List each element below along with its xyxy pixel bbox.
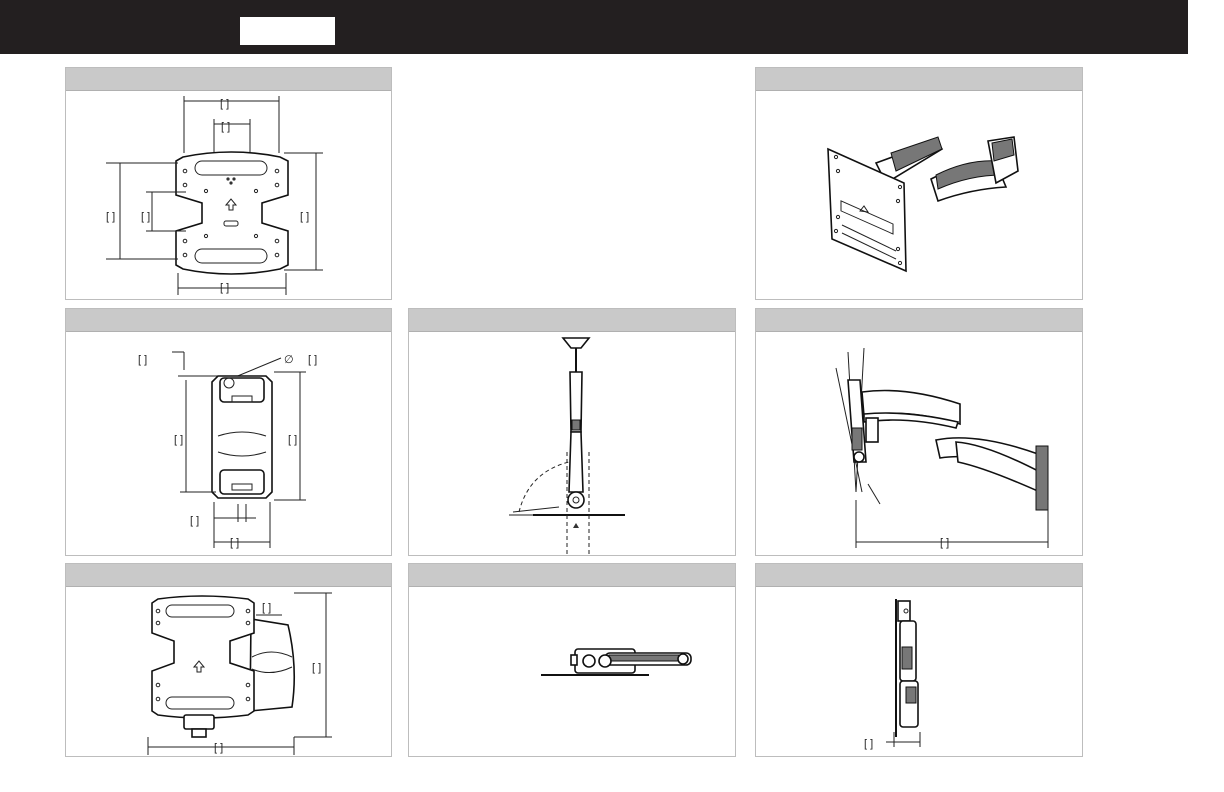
dim-label: [ ] [308, 354, 317, 366]
wall-plate-drawing: [ ] ∅ [ ] [ ] [ ] [ ] [ ] [138, 351, 317, 549]
dim-label: [ ] [214, 742, 223, 754]
dim-label: [ ] [300, 211, 309, 223]
dim-label: [ ] [141, 211, 150, 223]
dim-label: [ ] [138, 354, 147, 366]
dim-label: [ ] [106, 211, 115, 223]
plate-front-drawing: [ ] [ ] [ ] [ ] [ ] [] [106, 96, 323, 295]
model-label-box [240, 17, 335, 45]
dim-label: [ ] [190, 515, 199, 527]
panel-front-extended: [ ] [ ] [ ] [65, 563, 392, 757]
panel-header [756, 309, 1082, 332]
side-folded-drawing: [ ] [864, 599, 921, 750]
panel-wall-plate: [ ] ∅ [ ] [ ] [ ] [ ] [ ] [65, 308, 392, 556]
header-bar [0, 0, 1188, 54]
dim-label: [ ] [864, 738, 873, 750]
dim-label: [ ] [230, 537, 239, 549]
panel-side-folded: [ ] [755, 563, 1083, 757]
panel-plate-front: [ ] [ ] [ ] [ ] [ ] [] [65, 67, 392, 300]
diameter-symbol: ∅ [284, 354, 294, 366]
panel-top-swivel [408, 308, 736, 556]
dim-label: [ ] [940, 537, 949, 549]
panel-isometric [755, 67, 1083, 300]
dim-label: [ ] [221, 121, 230, 133]
panel-header [66, 68, 391, 91]
dim-label: [ ] [262, 602, 271, 614]
panel-header [409, 564, 735, 587]
dim-label: [ ] [312, 662, 321, 674]
dim-label: [ ] [220, 282, 229, 294]
panel-header [66, 564, 391, 587]
panel-top-folded [408, 563, 736, 757]
isometric-drawing [827, 136, 1019, 273]
panel-header [409, 309, 735, 332]
side-tilt-drawing: [ ] [835, 347, 1049, 549]
top-folded-drawing [541, 648, 692, 676]
top-swivel-drawing [509, 337, 625, 555]
dim-label: [ ] [220, 98, 229, 110]
dim-label: [ ] [174, 434, 183, 446]
mounting-plate [175, 151, 289, 275]
front-extended-drawing: [ ] [ ] [ ] [147, 592, 332, 755]
panel-side-tilt: [ ] [755, 308, 1083, 556]
panel-header [66, 309, 391, 332]
panel-header [756, 68, 1082, 91]
dim-label: [ ] [288, 434, 297, 446]
panel-header [756, 564, 1082, 587]
